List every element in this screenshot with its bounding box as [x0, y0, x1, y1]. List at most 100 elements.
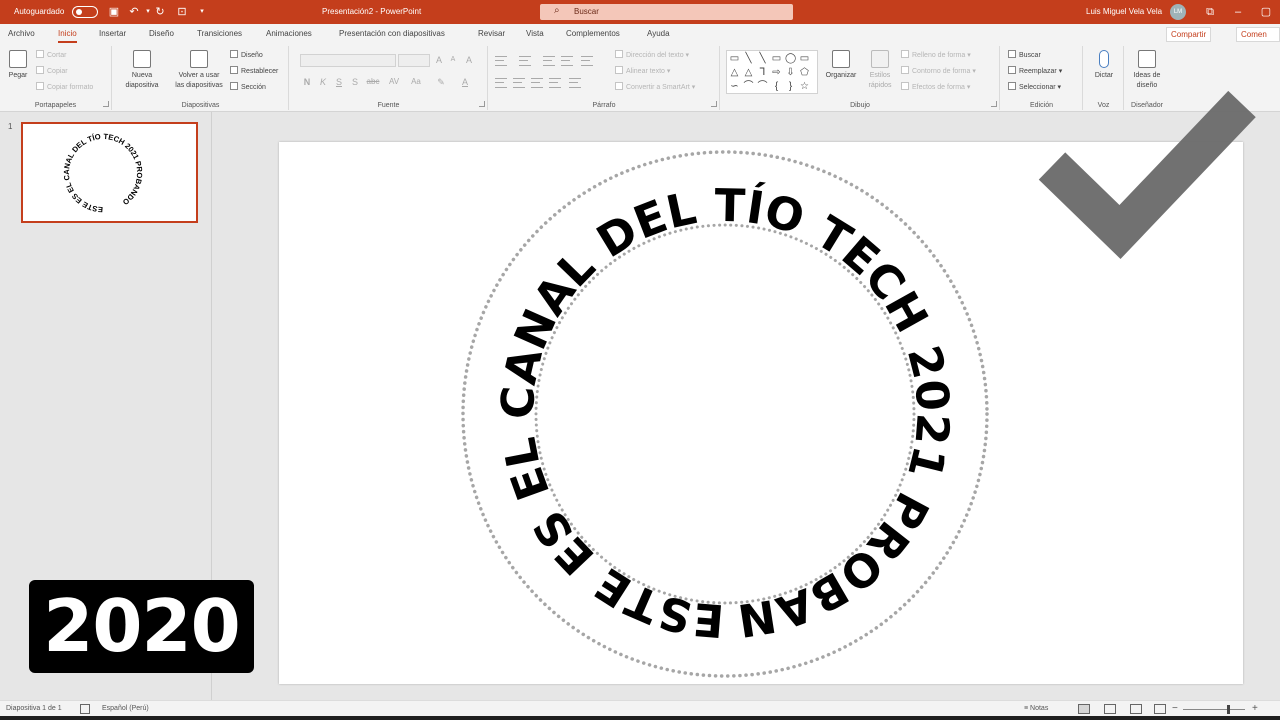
underline-button[interactable]: S	[332, 76, 346, 88]
dialog-launcher-icon[interactable]	[711, 101, 717, 107]
user-name[interactable]: Luis Miguel Vela Vela	[1086, 0, 1162, 24]
arrange-button[interactable]: Organizar	[821, 50, 861, 81]
new-slide-button[interactable]: Nueva diapositiva	[117, 50, 167, 91]
copy-format-button[interactable]: Copiar formato	[36, 82, 93, 94]
tab-revisar[interactable]: Revisar	[478, 24, 505, 44]
zoom-in-icon[interactable]: +	[1252, 701, 1258, 717]
reading-view-icon[interactable]	[1130, 704, 1142, 714]
triangle-shape-icon[interactable]: △	[743, 67, 754, 78]
search-box[interactable]: ⌕ Buscar	[540, 4, 793, 20]
zoom-slider-thumb[interactable]	[1227, 705, 1230, 714]
line-shape-icon[interactable]: ╲	[757, 53, 768, 64]
tab-presentacion[interactable]: Presentación con diapositivas	[339, 24, 445, 44]
tab-complementos[interactable]: Complementos	[566, 24, 620, 44]
dictate-button[interactable]: Dictar	[1088, 50, 1120, 81]
zoom-out-icon[interactable]: −	[1172, 701, 1178, 717]
align-text-button[interactable]: Alinear texto ▾	[615, 66, 670, 78]
tab-transiciones[interactable]: Transiciones	[197, 24, 242, 44]
reset-button[interactable]: Restablecer	[230, 66, 278, 78]
find-button[interactable]: Buscar	[1008, 50, 1041, 62]
shapes-gallery[interactable]: ▭ ╲ ╲ ▭ ◯ ▭ △ △ ⅂ ⇨ ⇩ ⬠ ∽ ⌒ ⌒ { } ☆	[726, 50, 818, 94]
char-spacing-button[interactable]: AV	[386, 76, 402, 88]
tab-insertar[interactable]: Insertar	[99, 24, 126, 44]
slide-sorter-icon[interactable]	[1104, 704, 1116, 714]
smartart-button[interactable]: Convertir a SmartArt ▾	[615, 82, 695, 94]
present-icon[interactable]: ⊡	[174, 4, 190, 20]
arc-shape-icon[interactable]: ⌒	[743, 81, 754, 92]
tab-diseno[interactable]: Diseño	[149, 24, 174, 44]
autosave-toggle[interactable]	[72, 6, 98, 18]
slideshow-icon[interactable]	[1154, 704, 1166, 714]
accessibility-icon[interactable]	[80, 704, 90, 714]
slide-thumbnail[interactable]: ESTE ES EL CANAL DEL TÍO TECH 2021 PROBA…	[21, 122, 198, 223]
copy-button[interactable]: Copiar	[36, 66, 68, 78]
dialog-launcher-icon[interactable]	[479, 101, 485, 107]
justify-icon[interactable]	[549, 78, 561, 88]
strikethrough-button[interactable]: abc	[364, 76, 382, 88]
reuse-slides-button[interactable]: Volver a usar las diapositivas	[171, 50, 227, 91]
font-family-select[interactable]	[300, 54, 396, 67]
comments-button[interactable]: Comen	[1236, 27, 1280, 42]
replace-button[interactable]: Reemplazar ▾	[1008, 66, 1062, 78]
brace-shape-icon[interactable]: {	[771, 81, 782, 92]
section-button[interactable]: Sección	[230, 82, 266, 94]
notes-button[interactable]: ≡ Notas	[1024, 701, 1048, 717]
share-button[interactable]: Compartir	[1166, 27, 1212, 42]
paste-button[interactable]: Pegar	[4, 50, 32, 81]
avatar[interactable]: LM	[1170, 4, 1186, 20]
text-direction-button[interactable]: Dirección del texto ▾	[615, 50, 689, 62]
brace-shape-icon[interactable]: }	[785, 81, 796, 92]
font-color-icon[interactable]: A	[458, 76, 472, 88]
shape-fill-button[interactable]: Relleno de forma ▾	[901, 50, 971, 62]
line-shape-icon[interactable]: ╲	[743, 53, 754, 64]
arrow-shape-icon[interactable]: ⇨	[771, 67, 782, 78]
quick-styles-button[interactable]: Estilos rápidos	[865, 50, 895, 91]
redo-icon[interactable]: ↻	[152, 4, 168, 20]
tab-ayuda[interactable]: Ayuda	[647, 24, 670, 44]
italic-button[interactable]: K	[316, 76, 330, 88]
tab-vista[interactable]: Vista	[526, 24, 544, 44]
down-arrow-shape-icon[interactable]: ⇩	[785, 67, 796, 78]
rectangle-shape-icon[interactable]: ▭	[771, 53, 782, 64]
rectangle-shape-icon[interactable]: ▭	[799, 53, 810, 64]
align-center-icon[interactable]	[513, 78, 525, 88]
textbox-shape-icon[interactable]: ▭	[729, 53, 740, 64]
shape-effects-button[interactable]: Efectos de forma ▾	[901, 82, 970, 94]
shrink-font-icon[interactable]: A	[446, 54, 460, 66]
zoom-slider[interactable]	[1183, 709, 1245, 710]
tab-animaciones[interactable]: Animaciones	[266, 24, 312, 44]
normal-view-icon[interactable]	[1078, 704, 1090, 714]
triangle-shape-icon[interactable]: △	[729, 67, 740, 78]
tab-inicio[interactable]: Inicio	[58, 24, 77, 44]
dialog-launcher-icon[interactable]	[103, 101, 109, 107]
line-spacing-icon[interactable]	[581, 56, 593, 66]
star-shape-icon[interactable]: ☆	[799, 81, 810, 92]
highlight-icon[interactable]: ✎	[434, 76, 448, 88]
oval-shape-icon[interactable]: ◯	[785, 53, 796, 64]
ribbon-display-icon[interactable]: ⧉	[1198, 0, 1222, 24]
grow-font-icon[interactable]: A	[432, 54, 446, 66]
font-size-select[interactable]	[398, 54, 430, 67]
pentagon-shape-icon[interactable]: ⬠	[799, 67, 810, 78]
decrease-indent-icon[interactable]	[543, 56, 555, 66]
connector-shape-icon[interactable]: ⅂	[757, 67, 768, 78]
customize-toolbar-icon[interactable]: ▾	[194, 4, 210, 20]
bold-button[interactable]: N	[300, 76, 314, 88]
language-indicator[interactable]: Español (Perú)	[102, 701, 149, 717]
columns-icon[interactable]	[569, 78, 581, 88]
save-icon[interactable]: ▣	[106, 4, 122, 20]
change-case-button[interactable]: Aa	[408, 76, 424, 88]
layout-button[interactable]: Diseño	[230, 50, 263, 62]
increase-indent-icon[interactable]	[561, 56, 573, 66]
dialog-launcher-icon[interactable]	[991, 101, 997, 107]
minimize-icon[interactable]: –	[1226, 0, 1250, 24]
arc-shape-icon[interactable]: ⌒	[757, 81, 768, 92]
bullets-icon[interactable]	[495, 56, 507, 66]
shadow-button[interactable]: S	[348, 76, 362, 88]
align-right-icon[interactable]	[531, 78, 543, 88]
cut-button[interactable]: Cortar	[36, 50, 66, 62]
numbering-icon[interactable]	[519, 56, 531, 66]
restore-icon[interactable]: ▢	[1254, 0, 1278, 24]
curve-shape-icon[interactable]: ∽	[729, 81, 740, 92]
clear-format-icon[interactable]: A	[462, 54, 476, 66]
